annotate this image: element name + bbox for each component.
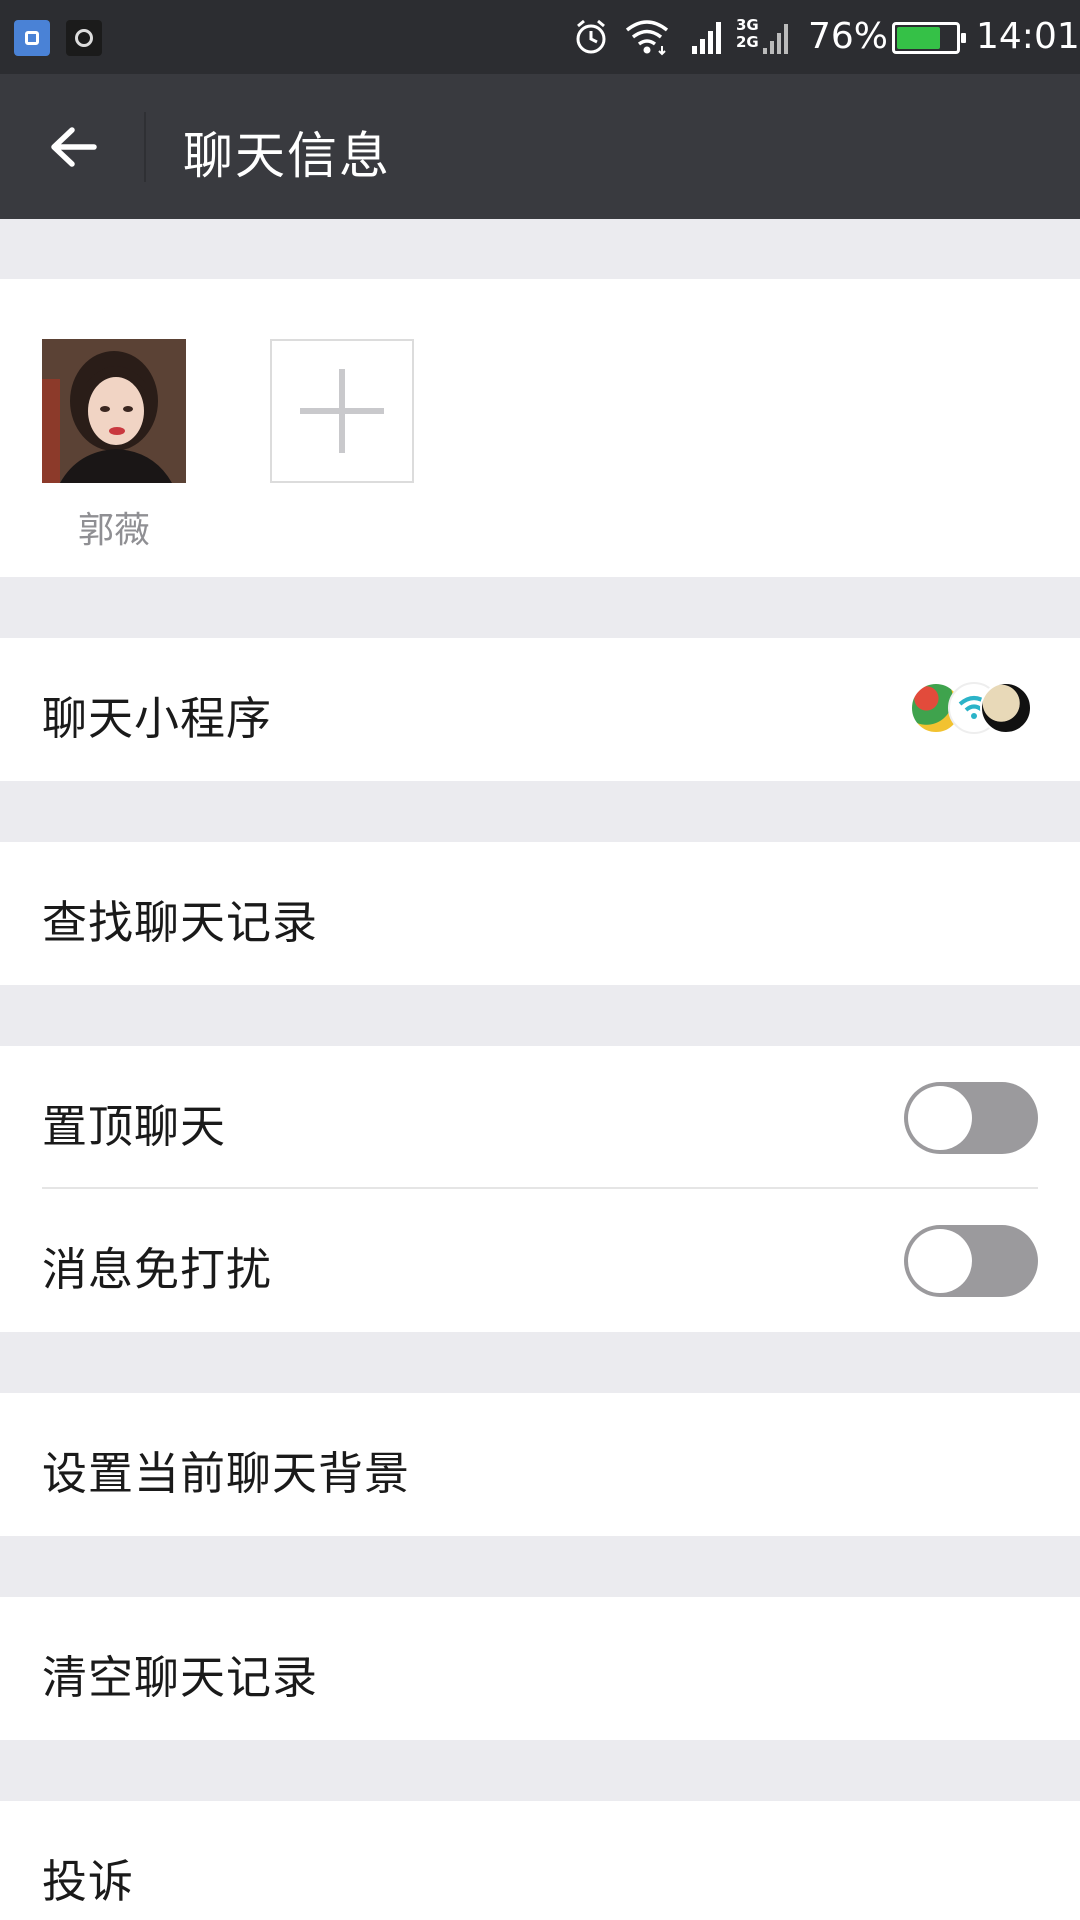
mute-toggle[interactable]: [904, 1225, 1038, 1297]
title-bar: 聊天信息: [0, 74, 1080, 219]
row-mute: 消息免打扰: [0, 1189, 1080, 1332]
arrow-left-icon: [51, 127, 97, 167]
mini-program-icons: [910, 682, 1032, 738]
member-name: 郭薇: [77, 510, 150, 551]
row-label: 聊天小程序: [42, 692, 273, 745]
camera-notification-icon: [66, 20, 102, 56]
toggle-knob: [908, 1086, 972, 1150]
battery-icon: [892, 22, 966, 54]
signal-icon: [692, 22, 721, 54]
members-section: 郭薇: [0, 279, 1080, 577]
row-label: 设置当前聊天背景: [42, 1447, 411, 1500]
row-pin-chat: 置顶聊天: [0, 1046, 1080, 1189]
mini-program-portrait-icon: [980, 682, 1032, 734]
add-member-button[interactable]: [270, 339, 414, 483]
row-label: 清空聊天记录: [42, 1651, 319, 1704]
app-notification-icon: [14, 20, 50, 56]
page-title: 聊天信息: [183, 127, 391, 185]
row-label: 投诉: [42, 1855, 135, 1908]
alarm-icon: [576, 19, 606, 54]
row-label: 置顶聊天: [42, 1100, 227, 1153]
wifi-icon: [625, 20, 669, 56]
row-mini-programs[interactable]: 聊天小程序: [0, 638, 1080, 781]
row-report[interactable]: 投诉: [0, 1801, 1080, 1920]
network-type-label: 3G 2G: [736, 16, 759, 51]
avatar-image: [42, 339, 186, 483]
avatar[interactable]: [42, 339, 186, 483]
signal-icon-secondary: [763, 24, 788, 54]
clock: 14:01: [976, 16, 1080, 57]
plus-icon: [300, 369, 384, 453]
row-clear-history[interactable]: 清空聊天记录: [0, 1597, 1080, 1740]
row-set-background[interactable]: 设置当前聊天背景: [0, 1393, 1080, 1536]
toggle-knob: [908, 1229, 972, 1293]
back-button[interactable]: [30, 114, 116, 180]
row-search-history[interactable]: 查找聊天记录: [0, 842, 1080, 985]
title-divider: [144, 112, 146, 182]
row-label: 消息免打扰: [42, 1243, 273, 1296]
row-label: 查找聊天记录: [42, 896, 319, 949]
battery-percent: 76%: [808, 16, 889, 57]
chat-info-screen: 3G 2G 76% 14:01 聊天信息 郭薇 聊天小程序 查找聊天记录 置顶聊…: [0, 0, 1080, 1920]
status-bar: 3G 2G 76% 14:01: [0, 0, 1080, 74]
battery-level: [897, 27, 941, 49]
pin-chat-toggle[interactable]: [904, 1082, 1038, 1154]
